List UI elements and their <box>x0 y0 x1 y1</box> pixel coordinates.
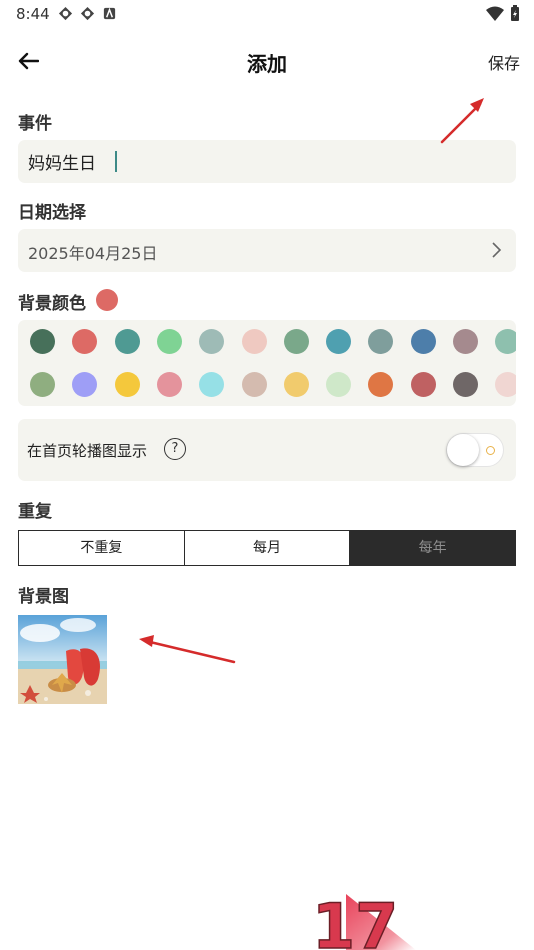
page-title: 添加 <box>247 52 287 76</box>
help-icon[interactable]: ? <box>164 438 186 460</box>
color-swatch[interactable] <box>72 329 98 354</box>
date-picker-field[interactable]: 2025年04月25日 <box>18 229 516 272</box>
color-swatch[interactable] <box>114 329 140 354</box>
battery-icon <box>511 5 519 21</box>
carousel-label: 在首页轮播图显示 <box>27 442 148 460</box>
color-swatch[interactable] <box>30 329 55 354</box>
event-input[interactable] <box>28 140 468 183</box>
status-system-icons <box>486 5 520 21</box>
color-swatch[interactable] <box>283 329 309 354</box>
color-swatch[interactable] <box>114 372 140 397</box>
event-field[interactable] <box>18 140 516 183</box>
color-swatch[interactable] <box>326 372 352 397</box>
color-swatch[interactable] <box>72 372 98 397</box>
background-image-thumbnail[interactable] <box>18 615 107 704</box>
watermark-text: 17 <box>312 890 398 950</box>
color-swatch[interactable] <box>453 372 478 397</box>
app-icon <box>103 7 116 20</box>
color-swatch[interactable] <box>326 329 352 354</box>
color-swatch[interactable] <box>241 372 267 397</box>
color-swatch[interactable] <box>410 372 436 397</box>
color-swatch[interactable] <box>156 372 182 397</box>
background-color-label: 背景颜色 <box>18 294 86 314</box>
top-app-bar: 添加 保存 <box>0 40 534 82</box>
repeat-segmented-control: 不重复 每月 每年 <box>18 530 516 566</box>
repeat-option-none[interactable]: 不重复 <box>19 531 185 565</box>
color-swatch[interactable] <box>241 329 267 354</box>
carousel-toggle[interactable] <box>446 433 504 467</box>
color-swatch[interactable] <box>495 372 516 397</box>
sync-icon <box>80 6 95 21</box>
color-swatch[interactable] <box>30 372 55 397</box>
save-button[interactable]: 保存 <box>488 50 520 74</box>
status-time: 8:44 <box>16 5 50 23</box>
repeat-option-monthly[interactable]: 每月 <box>185 531 351 565</box>
beach-image <box>18 615 107 704</box>
status-notification-icons <box>58 6 117 21</box>
color-swatch[interactable] <box>368 329 394 354</box>
text-cursor <box>115 151 117 172</box>
status-bar: 8:44 <box>0 0 534 28</box>
toggle-knob <box>447 434 479 466</box>
color-swatch[interactable] <box>453 329 478 354</box>
color-swatch[interactable] <box>410 329 436 354</box>
color-palette <box>18 320 516 406</box>
sync-icon <box>58 6 73 21</box>
wifi-icon <box>486 6 504 21</box>
color-swatch[interactable] <box>199 372 225 397</box>
background-image-label: 背景图 <box>18 587 69 607</box>
event-label: 事件 <box>18 114 52 134</box>
color-swatch[interactable] <box>156 329 182 354</box>
selected-color-indicator <box>96 289 118 311</box>
carousel-setting-row: 在首页轮播图显示 ? <box>18 419 516 481</box>
repeat-label: 重复 <box>18 502 52 522</box>
annotation-arrow-image <box>139 635 236 664</box>
date-label: 日期选择 <box>18 203 86 223</box>
toggle-off-indicator <box>486 446 495 455</box>
color-swatch[interactable] <box>368 372 394 397</box>
watermark-logo: 17 <box>311 889 416 950</box>
color-swatch[interactable] <box>283 372 309 397</box>
color-swatch[interactable] <box>495 329 516 354</box>
chevron-right-icon <box>492 242 502 258</box>
color-swatch[interactable] <box>199 329 225 354</box>
repeat-option-yearly[interactable]: 每年 <box>350 531 516 565</box>
date-value: 2025年04月25日 <box>28 244 158 263</box>
